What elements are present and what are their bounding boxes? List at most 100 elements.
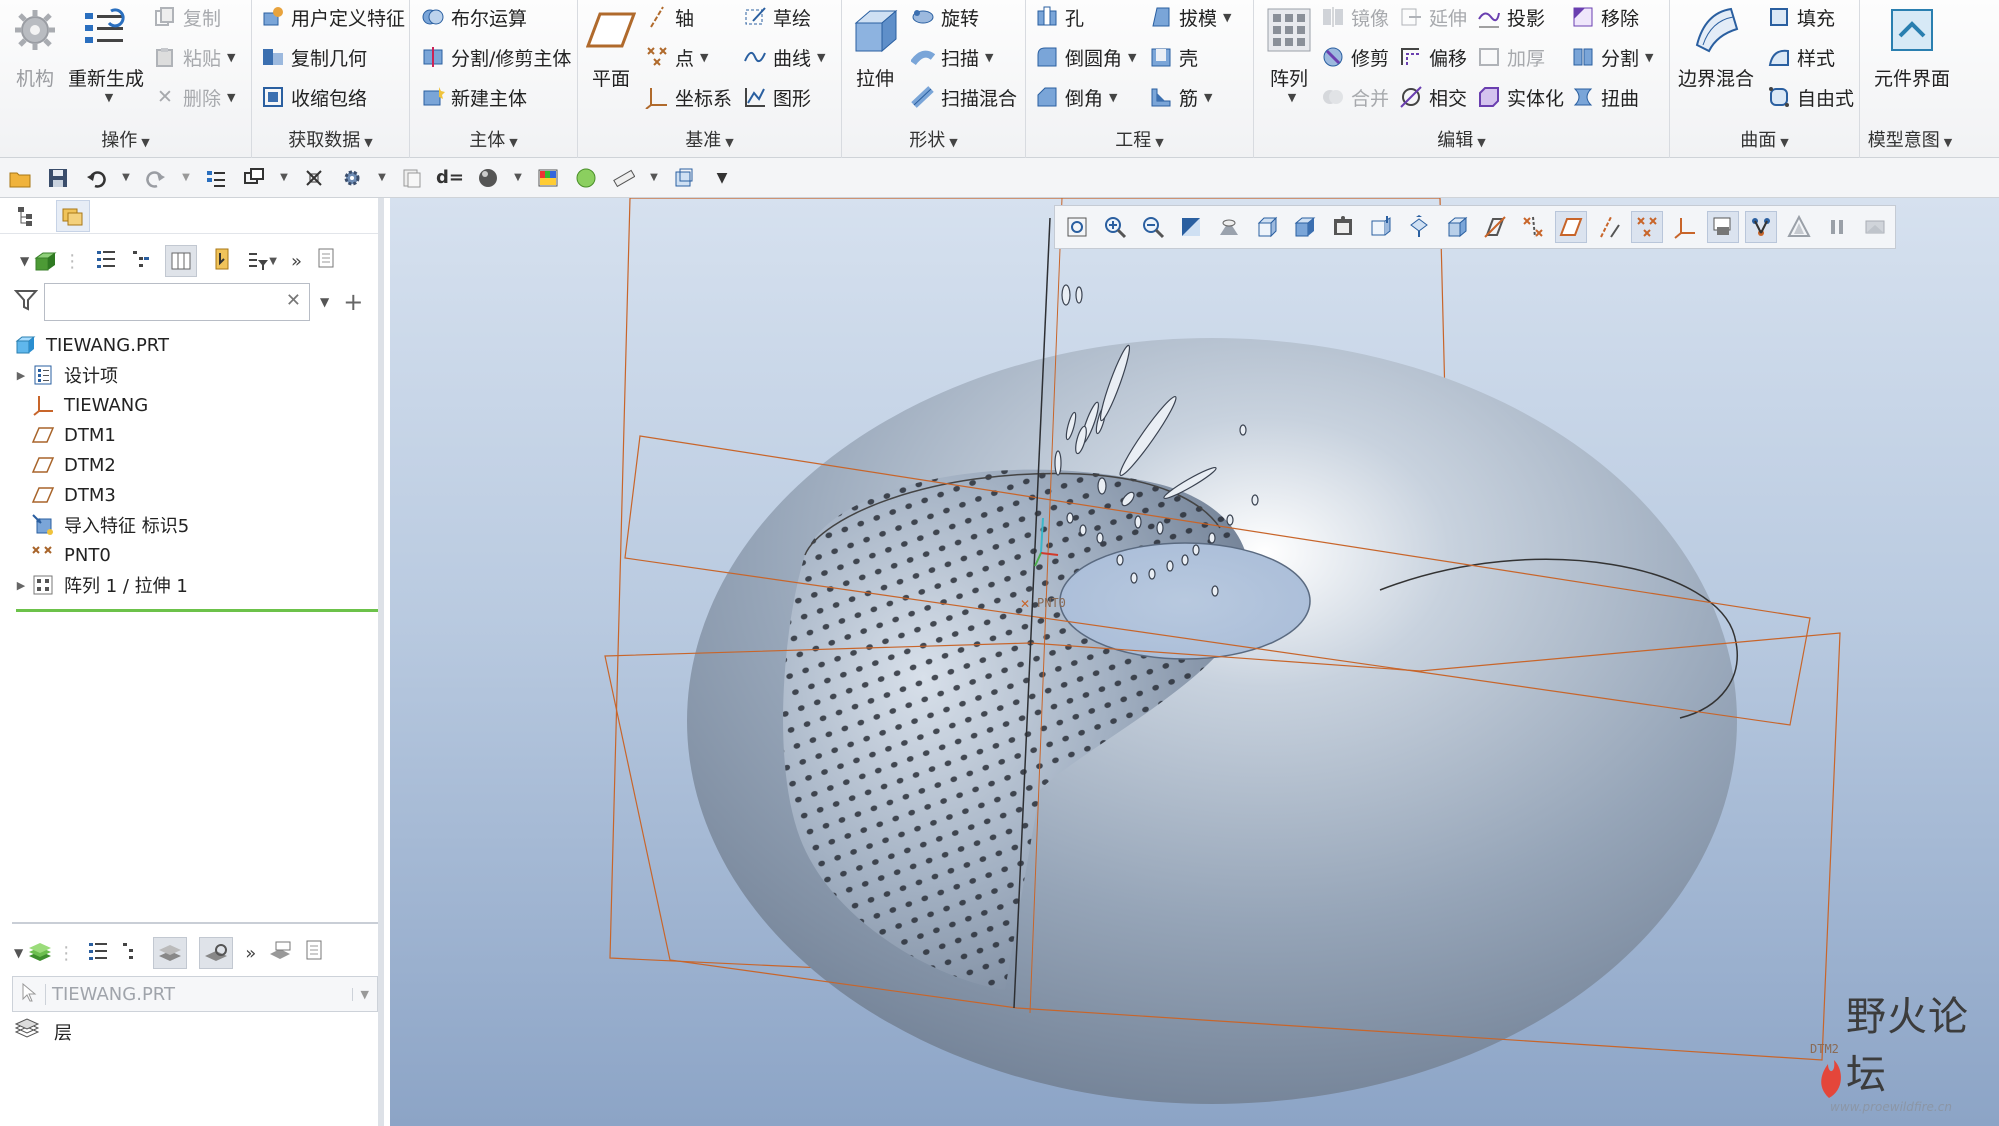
- settings-icon[interactable]: [338, 164, 366, 192]
- add-filter-icon[interactable]: +: [343, 288, 363, 316]
- group-label-engineering[interactable]: 工程 ▼: [1026, 126, 1253, 152]
- annotation-toggle-icon[interactable]: [1707, 211, 1739, 243]
- sweep-button[interactable]: 扫描 ▼: [910, 40, 993, 74]
- saved-orientations-icon[interactable]: [1251, 211, 1283, 243]
- tree-item[interactable]: DTM1: [12, 420, 372, 450]
- annotation-display-icon[interactable]: [1479, 211, 1511, 243]
- axis-button[interactable]: 轴: [644, 0, 694, 34]
- remove-button[interactable]: 移除: [1570, 0, 1639, 34]
- point-button[interactable]: 点 ▼: [644, 40, 708, 74]
- repaint-icon[interactable]: [1175, 211, 1207, 243]
- extend-button[interactable]: 延伸: [1398, 0, 1467, 34]
- expand-arrow-icon[interactable]: ▶: [12, 369, 30, 382]
- tree-list-icon[interactable]: [95, 248, 117, 275]
- disabled-repaint-icon[interactable]: [1859, 211, 1891, 243]
- axis-display-icon[interactable]: [1593, 211, 1625, 243]
- group-label-surfaces[interactable]: 曲面 ▼: [1670, 126, 1859, 152]
- windows-icon[interactable]: [240, 164, 268, 192]
- draft-button[interactable]: 拔模 ▼: [1148, 0, 1231, 34]
- pause-icon[interactable]: [1821, 211, 1853, 243]
- tree-settings-icon[interactable]: [316, 247, 336, 276]
- tree-expand-icon[interactable]: [131, 248, 151, 275]
- layer-properties-icon[interactable]: [153, 937, 188, 969]
- layer-expand-icon[interactable]: [121, 940, 141, 967]
- refit-icon[interactable]: [1061, 211, 1093, 243]
- section-view-icon[interactable]: [1365, 211, 1397, 243]
- more-options-icon[interactable]: »: [291, 251, 302, 272]
- measure-dropdown-icon[interactable]: ▼: [648, 164, 660, 192]
- spin-center-toggle-icon[interactable]: [1745, 211, 1777, 243]
- group-label-model-intent[interactable]: 模型意图 ▼: [1860, 126, 1960, 152]
- copy-geometry-button[interactable]: 复制几何: [260, 40, 367, 74]
- split-trim-body-button[interactable]: 分割/修剪主体: [420, 40, 571, 74]
- boolean-button[interactable]: 布尔运算: [420, 0, 527, 34]
- dimension-icon[interactable]: d=: [436, 164, 464, 192]
- regenerate-button[interactable]: 重新生成 ▼: [68, 4, 144, 104]
- extrude-button[interactable]: 拉伸: [848, 4, 902, 91]
- shrinkwrap-button[interactable]: 收缩包络: [260, 80, 367, 114]
- layer-tree-item[interactable]: 层: [14, 1018, 72, 1045]
- expand-arrow-icon[interactable]: ▶: [12, 579, 30, 592]
- hole-button[interactable]: 孔: [1034, 0, 1084, 34]
- tree-root[interactable]: TIEWANG.PRT: [12, 330, 372, 360]
- datum-point-pnt0[interactable]: ✕ PNT0: [1020, 596, 1066, 611]
- revolve-button[interactable]: 旋转: [910, 0, 979, 34]
- model-view-cube-icon[interactable]: [1441, 211, 1473, 243]
- copy-small-icon[interactable]: [398, 164, 426, 192]
- undo-icon[interactable]: [82, 164, 110, 192]
- spin-center-icon[interactable]: [1403, 211, 1435, 243]
- tree-item[interactable]: 导入特征 标识5: [12, 510, 372, 540]
- component-interface-button[interactable]: 元件界面: [1874, 4, 1950, 91]
- search-dropdown-icon[interactable]: ▼: [320, 295, 329, 309]
- group-label-get-data[interactable]: 获取数据 ▼: [252, 126, 409, 152]
- save-icon[interactable]: [44, 164, 72, 192]
- project-button[interactable]: 投影: [1476, 0, 1545, 34]
- zoom-out-icon[interactable]: [1137, 211, 1169, 243]
- color-palette-icon[interactable]: [534, 164, 562, 192]
- trim-button[interactable]: 修剪: [1320, 40, 1389, 74]
- model-display-icon[interactable]: ▼ ⋮: [20, 250, 81, 272]
- customize-toolbar-icon[interactable]: ▼: [708, 164, 736, 192]
- insert-here-icon[interactable]: [211, 247, 233, 276]
- csys-button[interactable]: 坐标系: [644, 80, 732, 114]
- appearance-dropdown-icon[interactable]: ▼: [512, 164, 524, 192]
- solidify-button[interactable]: 实体化: [1476, 80, 1564, 114]
- graph-button[interactable]: 图形: [742, 80, 811, 114]
- warning-triangle-icon[interactable]: [1783, 211, 1815, 243]
- tree-item[interactable]: DTM3: [12, 480, 372, 510]
- fill-button[interactable]: 填充: [1766, 0, 1835, 34]
- filter-funnel-icon[interactable]: [13, 288, 39, 317]
- search-input[interactable]: ✕: [44, 283, 310, 321]
- thicken-button[interactable]: 加厚: [1476, 40, 1545, 74]
- group-label-shapes[interactable]: 形状 ▼: [842, 126, 1025, 152]
- layer-tree-icon[interactable]: [268, 940, 292, 967]
- tree-filter-icon[interactable]: ▼: [247, 250, 277, 272]
- layer-display-icon[interactable]: ▼ ⋮: [14, 942, 75, 964]
- more-layer-options-icon[interactable]: »: [245, 943, 256, 964]
- swept-blend-button[interactable]: 扫描混合: [910, 80, 1017, 114]
- tab-folder-browser[interactable]: [56, 199, 90, 232]
- chamfer-button[interactable]: 倒角 ▼: [1034, 80, 1117, 114]
- freestyle-button[interactable]: 自由式: [1766, 80, 1854, 114]
- offset-button[interactable]: 偏移: [1398, 40, 1467, 74]
- tree-item[interactable]: ▶ 阵列 1 / 拉伸 1: [12, 570, 372, 600]
- group-label-editing[interactable]: 编辑 ▼: [1254, 126, 1669, 152]
- csys-display-icon[interactable]: [1669, 211, 1701, 243]
- copy-button[interactable]: 复制: [152, 0, 221, 34]
- active-layer-object-select[interactable]: TIEWANG.PRT ▼: [12, 976, 378, 1012]
- twist-button[interactable]: 扭曲: [1570, 80, 1639, 114]
- close-window-icon[interactable]: [300, 164, 328, 192]
- panel-splitter[interactable]: [12, 922, 378, 924]
- sketch-button[interactable]: 草绘: [742, 0, 811, 34]
- curve-button[interactable]: 曲线 ▼: [742, 40, 825, 74]
- new-body-button[interactable]: 新建主体: [420, 80, 527, 114]
- tree-item[interactable]: DTM2: [12, 450, 372, 480]
- green-sphere-icon[interactable]: [572, 164, 600, 192]
- plane-display-icon[interactable]: [1555, 211, 1587, 243]
- udf-button[interactable]: 用户定义特征: [260, 0, 405, 34]
- datum-display-filters-icon[interactable]: [1517, 211, 1549, 243]
- group-label-operations[interactable]: 操作 ▼: [0, 126, 251, 152]
- rib-button[interactable]: 筋 ▼: [1148, 80, 1212, 114]
- round-button[interactable]: 倒圆角 ▼: [1034, 40, 1136, 74]
- undo-dropdown-icon[interactable]: ▼: [120, 164, 132, 192]
